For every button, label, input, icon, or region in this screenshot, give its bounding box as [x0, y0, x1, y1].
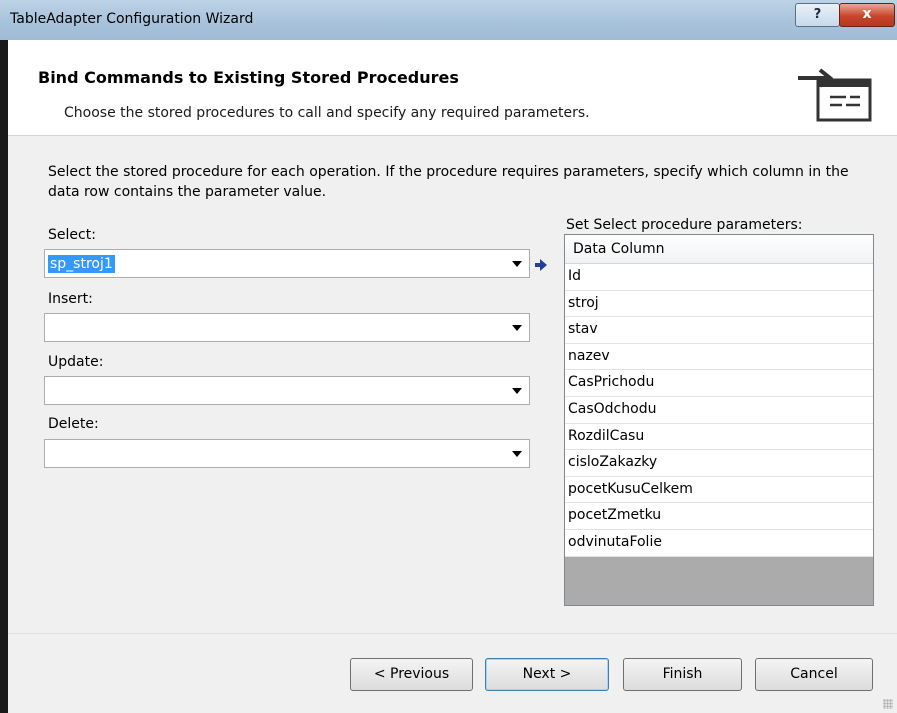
instructions-text: Select the stored procedure for each ope… — [48, 164, 849, 200]
table-row[interactable]: pocetZmetku — [565, 503, 873, 530]
current-operation-arrow-icon — [535, 259, 547, 271]
update-label: Update: — [48, 354, 104, 370]
row-value: CasOdchodu — [568, 400, 657, 417]
grid-rows: Id stroj stav nazev CasPrichodu CasOdcho… — [565, 264, 873, 557]
insert-procedure-combo[interactable] — [44, 313, 530, 342]
resize-grip-icon[interactable] — [883, 699, 893, 709]
table-row[interactable]: cisloZakazky — [565, 450, 873, 477]
table-row[interactable]: CasOdchodu — [565, 396, 873, 424]
wizard-header: Bind Commands to Existing Stored Procedu… — [8, 40, 897, 135]
finish-button[interactable]: Finish — [623, 658, 742, 691]
stored-procedure-arrow-icon — [798, 68, 872, 122]
close-icon: x — [862, 6, 872, 22]
row-value: stav — [568, 321, 598, 338]
select-label: Select: — [48, 227, 96, 243]
grid-column-header[interactable]: Data Column — [565, 235, 873, 264]
table-row[interactable]: stav — [565, 317, 873, 344]
insert-label: Insert: — [48, 291, 93, 307]
parameters-grid[interactable]: Data Column Id stroj stav nazev CasPrich… — [564, 234, 874, 606]
page-title: Bind Commands to Existing Stored Procedu… — [38, 68, 459, 87]
wizard-body: Select the stored procedure for each ope… — [8, 136, 897, 633]
table-row[interactable]: stroj — [565, 290, 873, 318]
delete-label: Delete: — [48, 416, 99, 432]
chevron-down-icon[interactable] — [512, 325, 522, 331]
wizard-dialog: TableAdapter Configuration Wizard ? x Bi… — [0, 0, 897, 713]
select-procedure-combo[interactable]: sp_stroj1 — [44, 249, 530, 278]
row-value: Id — [568, 268, 582, 284]
help-icon: ? — [813, 7, 822, 22]
row-value: pocetKusuCelkem — [568, 480, 693, 497]
table-row[interactable]: CasPrichodu — [565, 370, 873, 397]
row-value: odvinutaFolie — [568, 533, 662, 550]
help-button[interactable]: ? — [795, 3, 840, 27]
cancel-button[interactable]: Cancel — [755, 658, 873, 691]
update-procedure-combo[interactable] — [44, 376, 530, 405]
wizard-footer: < Previous Next > Finish Cancel — [8, 634, 897, 713]
row-value: nazev — [568, 347, 610, 364]
chevron-down-icon[interactable] — [512, 451, 522, 457]
title-bar[interactable]: TableAdapter Configuration Wizard ? x — [0, 0, 897, 41]
parameters-label: Set Select procedure parameters: — [566, 217, 803, 233]
table-row[interactable]: pocetKusuCelkem — [565, 476, 873, 504]
row-value: RozdilCasu — [568, 427, 645, 444]
column-header-label: Data Column — [573, 241, 665, 257]
delete-procedure-combo[interactable] — [44, 439, 530, 468]
table-row[interactable]: Id — [565, 264, 873, 291]
window-frame-edge — [0, 40, 8, 713]
chevron-down-icon[interactable] — [512, 261, 522, 267]
close-button[interactable]: x — [839, 3, 895, 27]
next-button[interactable]: Next > — [485, 658, 609, 691]
table-row[interactable]: odvinutaFolie — [565, 529, 873, 557]
table-row[interactable]: RozdilCasu — [565, 423, 873, 451]
page-subtitle: Choose the stored procedures to call and… — [64, 105, 590, 121]
table-row[interactable]: nazev — [565, 343, 873, 371]
window-title: TableAdapter Configuration Wizard — [10, 11, 254, 27]
row-value: stroj — [568, 294, 599, 311]
row-value: pocetZmetku — [568, 507, 662, 524]
chevron-down-icon[interactable] — [512, 388, 522, 394]
row-value: CasPrichodu — [568, 374, 655, 391]
row-value: cisloZakazky — [568, 454, 658, 471]
select-procedure-value: sp_stroj1 — [48, 255, 115, 273]
previous-button[interactable]: < Previous — [350, 658, 473, 691]
